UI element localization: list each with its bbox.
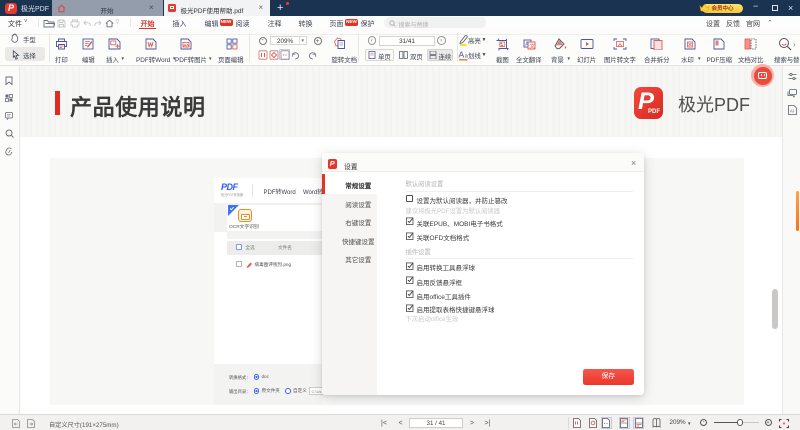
svg-text:文: 文 (530, 43, 535, 50)
svg-text:A: A (459, 49, 465, 59)
svg-text:AI: AI (789, 109, 793, 114)
